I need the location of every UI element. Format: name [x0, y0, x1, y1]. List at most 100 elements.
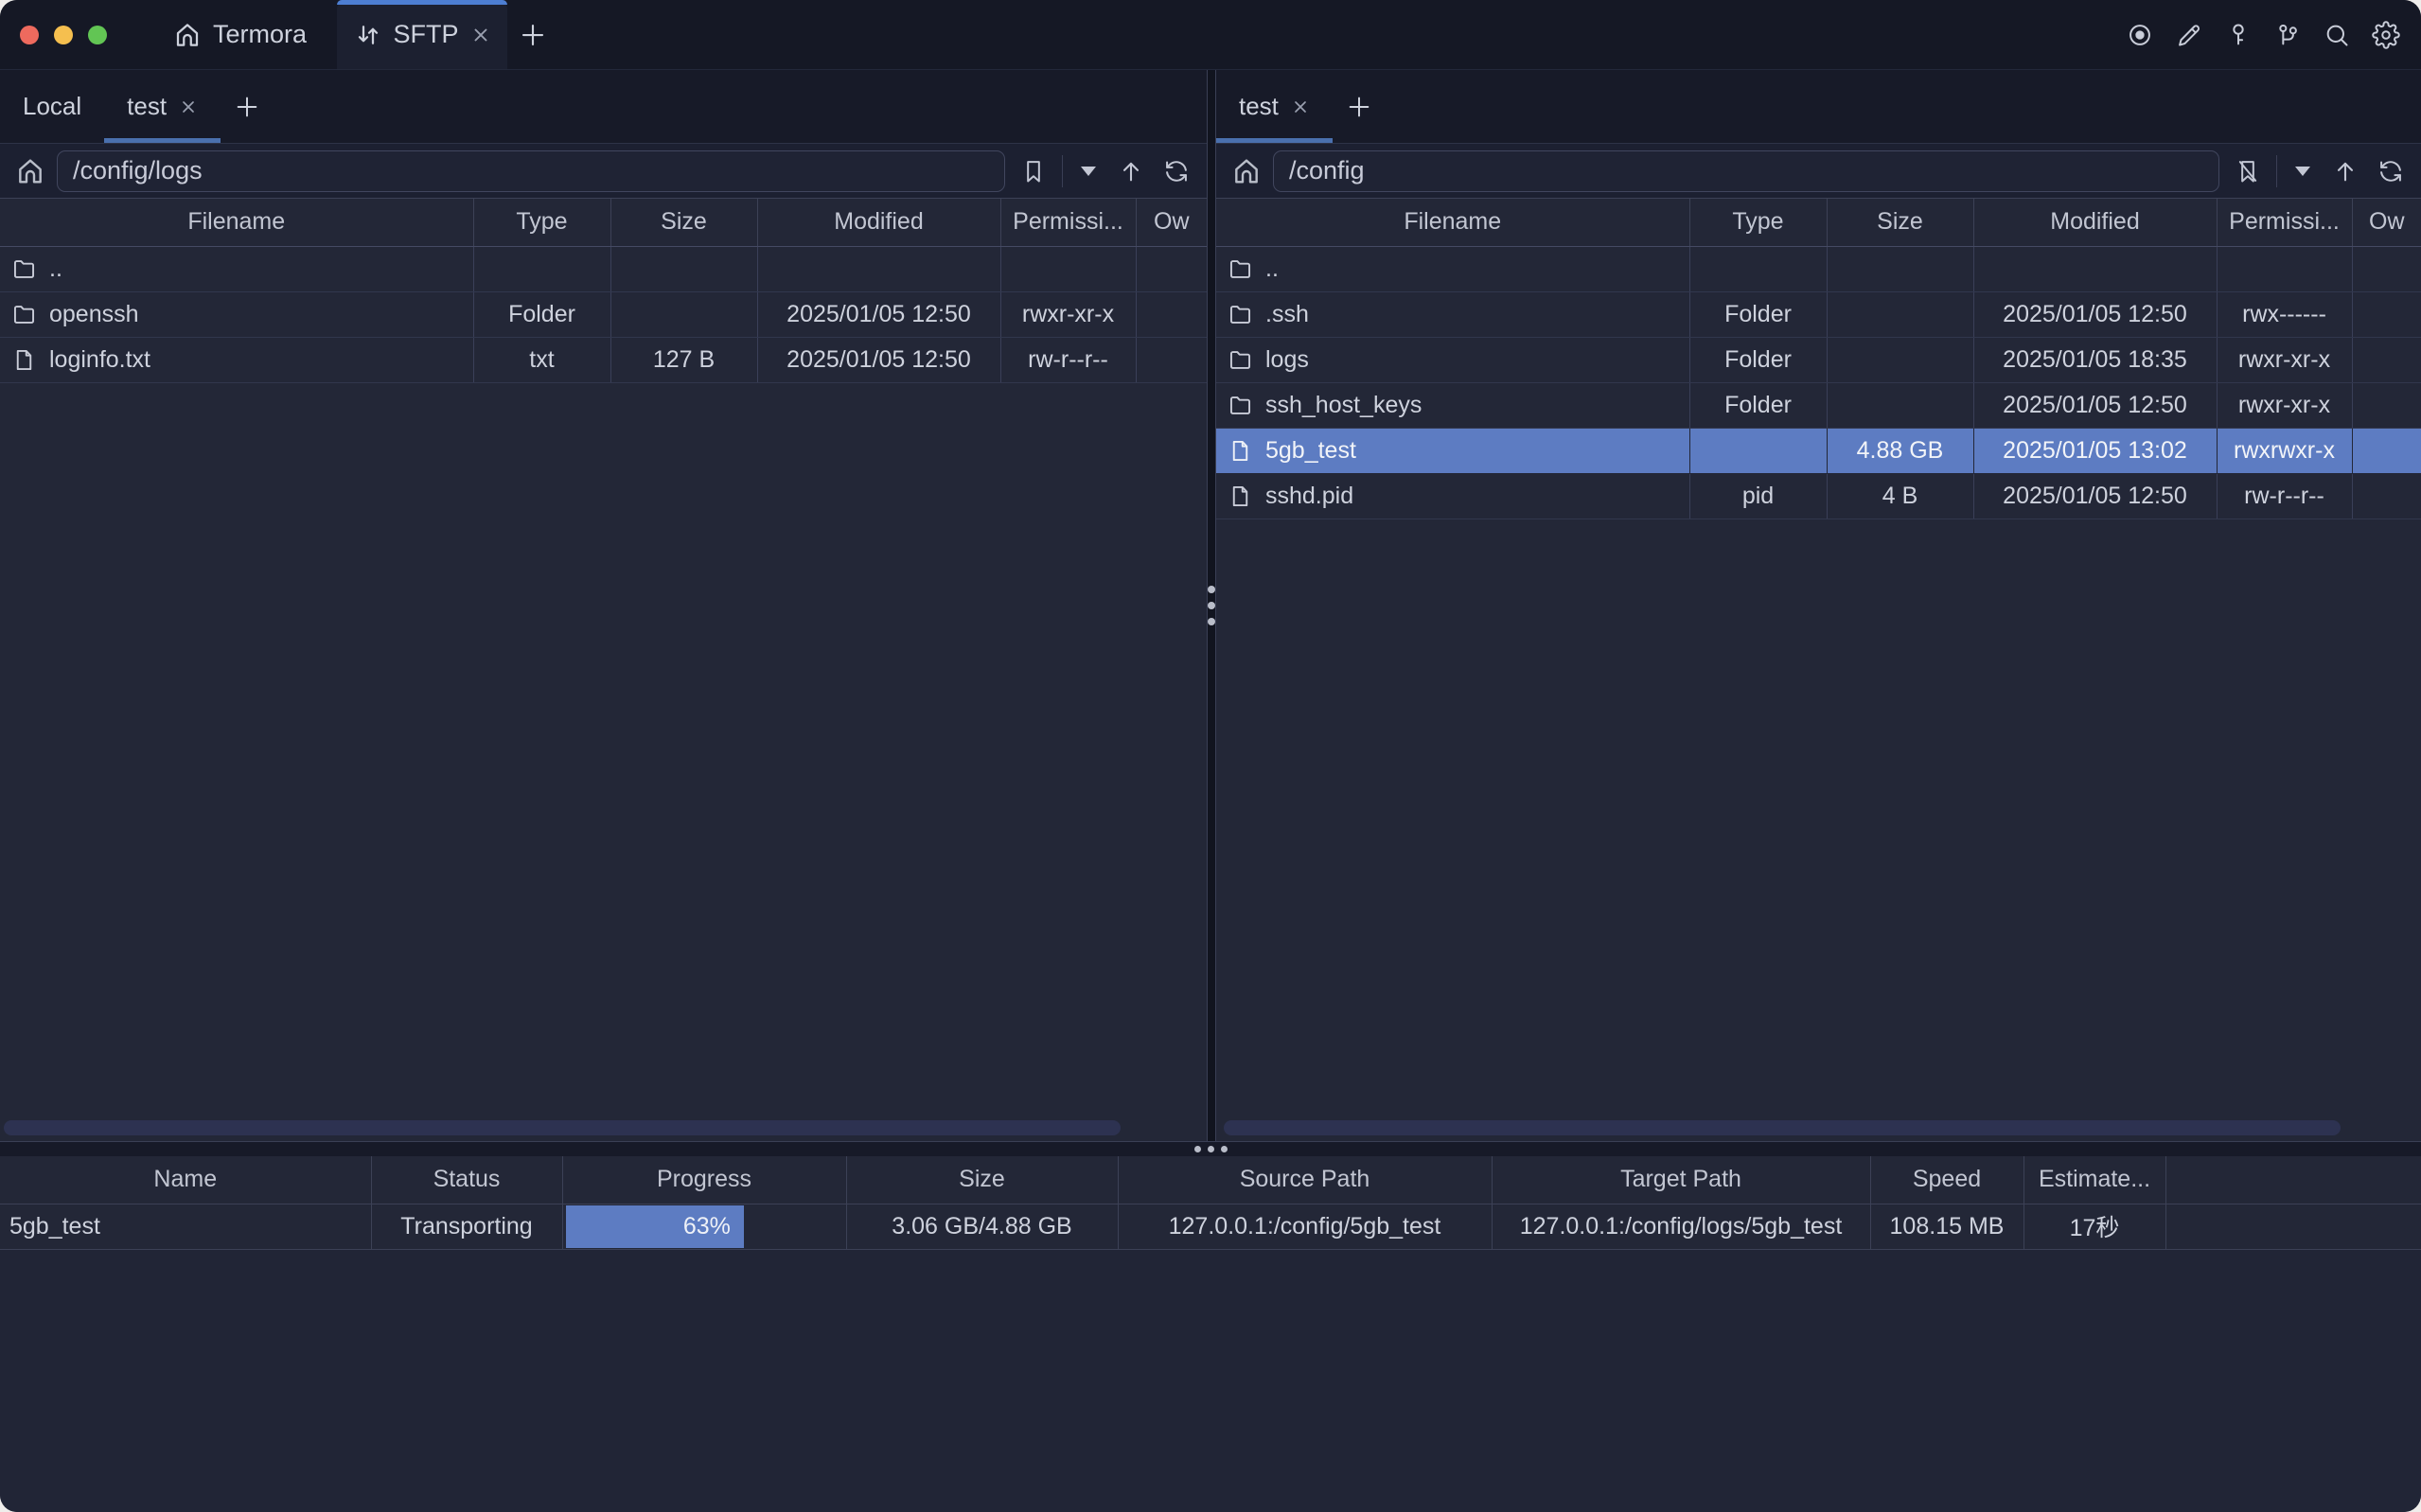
right-pathbar — [1216, 144, 2421, 199]
refresh-button[interactable] — [1159, 152, 1193, 190]
zoom-window-button[interactable] — [88, 26, 107, 44]
branch-button[interactable] — [2270, 17, 2306, 53]
file-row[interactable]: 5gb_test4.88 GB2025/01/05 13:02rwxrwxr-x — [1216, 428, 2421, 473]
left-hscrollbar-thumb[interactable] — [4, 1120, 1121, 1135]
settings-button[interactable] — [2368, 17, 2404, 53]
right-hscrollbar — [1216, 1115, 2421, 1141]
file-row[interactable]: .. — [0, 246, 1207, 291]
file-row[interactable]: sshd.pidpid4 B2025/01/05 12:50rw-r--r-- — [1216, 473, 2421, 519]
key-button[interactable] — [2220, 17, 2256, 53]
app-home-tab[interactable]: Termora — [166, 0, 314, 69]
titlebar: Termora SFTP — [0, 0, 2421, 70]
column-header-name[interactable]: Name — [0, 1156, 371, 1204]
close-icon[interactable] — [1291, 97, 1310, 116]
file-size: 127 B — [610, 337, 757, 382]
home-icon[interactable] — [1231, 156, 1262, 186]
folder-icon — [1228, 347, 1253, 373]
progress-bar: 63% — [566, 1205, 744, 1248]
folder-icon — [11, 302, 37, 327]
column-header-modified[interactable]: Modified — [1973, 199, 2217, 246]
column-header-progress[interactable]: Progress — [562, 1156, 846, 1204]
file-permissions: rwxrwxr-x — [2217, 428, 2352, 473]
right-new-tab-button[interactable] — [1333, 70, 1386, 143]
file-size — [1827, 246, 1973, 291]
column-header-modified[interactable]: Modified — [757, 199, 1000, 246]
file-row[interactable]: .sshFolder2025/01/05 12:50rwx------ — [1216, 291, 2421, 337]
column-header-ow[interactable]: Ow — [1136, 199, 1207, 246]
tab-test-right[interactable]: test — [1216, 70, 1333, 143]
new-tab-button[interactable] — [507, 0, 558, 69]
file-row[interactable]: ssh_host_keysFolder2025/01/05 12:50rwxr-… — [1216, 382, 2421, 428]
search-button[interactable] — [2319, 17, 2355, 53]
bookmark-menu-button[interactable] — [1074, 152, 1103, 190]
column-header-size[interactable]: Size — [610, 199, 757, 246]
progress-label: 63% — [683, 1213, 731, 1240]
close-window-button[interactable] — [20, 26, 39, 44]
column-header-status[interactable]: Status — [371, 1156, 562, 1204]
file-row[interactable]: opensshFolder2025/01/05 12:50rwxr-xr-x — [0, 291, 1207, 337]
record-icon — [2127, 22, 2153, 48]
bookmark-button[interactable] — [1016, 152, 1051, 190]
column-header-filename[interactable]: Filename — [0, 199, 473, 246]
column-header-target-path[interactable]: Target Path — [1492, 1156, 1870, 1204]
branch-icon — [2274, 22, 2301, 48]
file-type — [473, 246, 610, 291]
left-path-input[interactable] — [57, 150, 1005, 192]
pane-split-handle[interactable] — [1207, 70, 1216, 1141]
plus-icon — [519, 21, 547, 49]
tab-sftp[interactable]: SFTP — [337, 0, 507, 69]
column-header-permissi-[interactable]: Permissi... — [1000, 199, 1136, 246]
file-owner — [1136, 291, 1207, 337]
tab-local[interactable]: Local — [0, 70, 104, 143]
right-path-input[interactable] — [1273, 150, 2219, 192]
right-pane-tabs: test — [1216, 70, 2421, 144]
file-size — [610, 291, 757, 337]
column-header-permissi-[interactable]: Permissi... — [2217, 199, 2352, 246]
tab-local-label: Local — [23, 92, 81, 121]
file-type: Folder — [1689, 382, 1827, 428]
titlebar-drag-region — [558, 0, 2122, 69]
go-up-button[interactable] — [2328, 152, 2362, 190]
file-name: sshd.pid — [1265, 483, 1353, 510]
refresh-button[interactable] — [2374, 152, 2408, 190]
folder-icon — [1228, 302, 1253, 327]
go-up-button[interactable] — [1114, 152, 1148, 190]
column-header-type[interactable]: Type — [473, 199, 610, 246]
plus-icon — [1346, 94, 1372, 120]
column-header-type[interactable]: Type — [1689, 199, 1827, 246]
column-header-filename[interactable]: Filename — [1216, 199, 1689, 246]
column-header-empty[interactable] — [2165, 1156, 2421, 1204]
bookmark-off-button[interactable] — [2231, 152, 2265, 190]
folder-icon — [1228, 256, 1253, 282]
file-permissions: rwxr-xr-x — [2217, 337, 2352, 382]
file-modified: 2025/01/05 12:50 — [757, 291, 1000, 337]
home-icon[interactable] — [15, 156, 45, 186]
file-owner — [2352, 291, 2421, 337]
edit-button[interactable] — [2171, 17, 2207, 53]
record-button[interactable] — [2122, 17, 2158, 53]
column-header-ow[interactable]: Ow — [2352, 199, 2421, 246]
left-pane: Local test — [0, 70, 1207, 1141]
bookmark-menu-button[interactable] — [2288, 152, 2317, 190]
home-icon — [173, 21, 202, 49]
right-hscrollbar-thumb[interactable] — [1224, 1120, 2341, 1135]
transfer-estimate: 17秒 — [2023, 1204, 2165, 1249]
left-new-tab-button[interactable] — [221, 70, 274, 143]
column-header-estimate-[interactable]: Estimate... — [2023, 1156, 2165, 1204]
column-header-size[interactable]: Size — [1827, 199, 1973, 246]
minimize-window-button[interactable] — [54, 26, 73, 44]
file-row[interactable]: .. — [1216, 246, 2421, 291]
close-icon[interactable] — [470, 25, 491, 45]
file-row[interactable]: loginfo.txttxt127 B2025/01/05 12:50rw-r-… — [0, 337, 1207, 382]
file-name: .. — [1265, 255, 1279, 283]
column-header-size[interactable]: Size — [846, 1156, 1118, 1204]
close-icon[interactable] — [179, 97, 198, 116]
column-header-speed[interactable]: Speed — [1870, 1156, 2023, 1204]
tab-test-left[interactable]: test — [104, 70, 221, 143]
transfer-split-handle[interactable] — [0, 1141, 2421, 1156]
file-row[interactable]: logsFolder2025/01/05 18:35rwxr-xr-x — [1216, 337, 2421, 382]
transfer-row[interactable]: 5gb_test Transporting 63% 3.06 GB/4.88 G… — [0, 1204, 2421, 1249]
file-type: Folder — [1689, 337, 1827, 382]
column-header-source-path[interactable]: Source Path — [1118, 1156, 1492, 1204]
titlebar-actions — [2122, 0, 2421, 69]
